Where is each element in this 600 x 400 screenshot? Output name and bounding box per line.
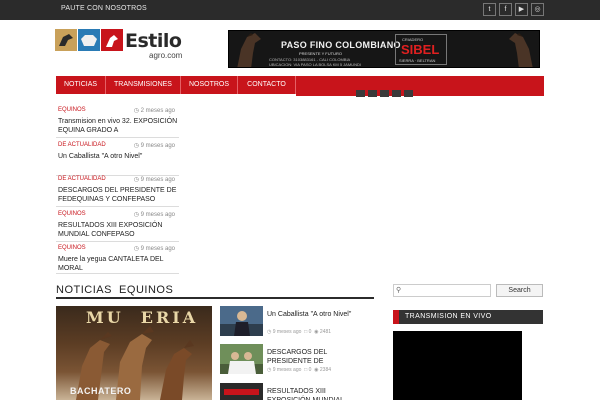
list-item[interactable]: EQUINOS ◷ 2 meses ago Transmision en viv… [56, 107, 179, 138]
live-widget-title: TRANSMISION EN VIVO [405, 313, 492, 320]
news-title[interactable]: Transmision en vivo 32. EXPOSICIÓN EQUIN… [58, 117, 178, 135]
top-bar: PAUTE CON NOSOTROS t f ▶ ◎ [0, 0, 600, 20]
logo-cattle-mark-icon [78, 29, 100, 51]
slider-dot[interactable] [356, 90, 365, 97]
side-news-title[interactable]: RESULTADOS XIII EXPOSICIÓN MUNDIAL [267, 387, 367, 400]
list-item[interactable]: RESULTADOS XIII EXPOSICIÓN MUNDIAL [220, 383, 370, 400]
banner-address: UBICACION: VIA PASO LA BOLSA KM 5 JAMUND… [269, 62, 361, 67]
thumbnail-image [220, 383, 263, 400]
side-news-title[interactable]: Un Caballista "A otro Nivel" [267, 310, 367, 319]
thumbnail-image [220, 344, 263, 374]
list-item[interactable]: EQUINOS ◷ 9 meses ago Muere la yegua CAN… [56, 245, 179, 274]
banner-horse-left-icon [237, 33, 261, 67]
thumbnail-image [220, 306, 263, 336]
banner-brand-sub: SIERRA · BELTRAN [399, 58, 436, 63]
banner-title: PASO FINO COLOMBIANO [281, 40, 401, 50]
search-input[interactable]: ⚲ [393, 284, 491, 297]
news-date: ◷ 9 meses ago [133, 246, 175, 252]
news-date: ◷ 9 meses ago [133, 143, 175, 149]
advertise-link[interactable]: PAUTE CON NOSOTROS [61, 5, 147, 12]
slider-dot[interactable] [368, 90, 377, 97]
banner-brand: SIBEL [401, 42, 440, 57]
nav-item-nosotros[interactable]: NOSOTROS [181, 76, 238, 94]
news-date: ◷ 9 meses ago [133, 177, 175, 183]
section-divider [56, 297, 374, 299]
twitter-icon[interactable]: t [483, 3, 496, 16]
search-icon: ⚲ [396, 287, 402, 294]
instagram-icon[interactable]: ◎ [531, 3, 544, 16]
news-title[interactable]: RESULTADOS XIII EXPOSICIÓN MUNDIAL CONFE… [58, 221, 178, 239]
logo-domain: agro.com [149, 51, 183, 60]
logo-horse-mark-icon [55, 29, 77, 51]
live-widget-header: TRANSMISION EN VIVO [393, 310, 543, 324]
news-category[interactable]: EQUINOS [58, 211, 86, 217]
list-item[interactable]: DESCARGOS DEL PRESIDENTE DE ◷ 9 meses ag… [220, 344, 370, 376]
side-news-meta: ◷ 9 meses ago □ 0 ◉ 2481 [267, 329, 332, 335]
news-category[interactable]: DE ACTUALIDAD [58, 142, 106, 148]
news-title[interactable]: DESCARGOS DEL PRESIDENTE DE FEDEQUINAS Y… [58, 186, 178, 204]
slider-dot[interactable] [380, 90, 389, 97]
nav-item-contacto[interactable]: CONTACTO [238, 76, 296, 94]
nav-underline [296, 94, 544, 96]
featured-caption: BACHATERO [70, 386, 132, 396]
list-item[interactable]: EQUINOS ◷ 9 meses ago RESULTADOS XIII EX… [56, 211, 179, 242]
youtube-icon[interactable]: ▶ [515, 3, 528, 16]
facebook-icon[interactable]: f [499, 3, 512, 16]
news-category[interactable]: DE ACTUALIDAD [58, 176, 106, 182]
side-news-title[interactable]: DESCARGOS DEL PRESIDENTE DE [267, 348, 367, 366]
nav-item-transmisiones[interactable]: TRANSMISIONES [106, 76, 181, 94]
news-title[interactable]: Un Caballista "A otro Nivel" [58, 152, 178, 161]
live-video-player[interactable] [393, 331, 522, 400]
live-widget-accent [393, 310, 399, 324]
news-date: ◷ 9 meses ago [133, 212, 175, 218]
search-button[interactable]: Search [496, 284, 543, 297]
logo-wordmark: Estilo [125, 30, 182, 52]
banner-tagline: PRESENTE Y FUTURO [299, 51, 342, 56]
logo-rider-mark-icon [101, 29, 123, 51]
nav-item-noticias[interactable]: NOTICIAS [56, 76, 106, 94]
news-title[interactable]: Muere la yegua CANTALETA DEL MORAL [58, 255, 178, 273]
news-date: ◷ 2 meses ago [133, 108, 175, 114]
site-logo[interactable]: Estilo agro.com [55, 28, 190, 62]
section-title: NOTICIAS EQUINOS [56, 284, 174, 296]
list-item[interactable]: DE ACTUALIDAD ◷ 9 meses ago DESCARGOS DE… [56, 176, 179, 207]
news-category[interactable]: EQUINOS [58, 107, 86, 113]
main-nav: NOTICIAS TRANSMISIONES NOSOTROS CONTACTO [56, 76, 544, 96]
news-category[interactable]: EQUINOS [58, 245, 86, 251]
list-item[interactable]: Un Caballista "A otro Nivel" ◷ 9 meses a… [220, 306, 370, 338]
slider-dot[interactable] [392, 90, 401, 97]
side-news-meta: ◷ 9 meses ago □ 0 ◉ 2384 [267, 367, 332, 373]
banner-horse-right-icon [509, 33, 533, 67]
featured-article-image[interactable]: MU ERIA BACHATERO [56, 306, 212, 400]
header-banner-ad[interactable]: PASO FINO COLOMBIANO PRESENTE Y FUTURO C… [228, 30, 540, 68]
list-item[interactable]: DE ACTUALIDAD ◷ 9 meses ago Un Caballist… [56, 142, 179, 176]
slider-dot[interactable] [404, 90, 413, 97]
